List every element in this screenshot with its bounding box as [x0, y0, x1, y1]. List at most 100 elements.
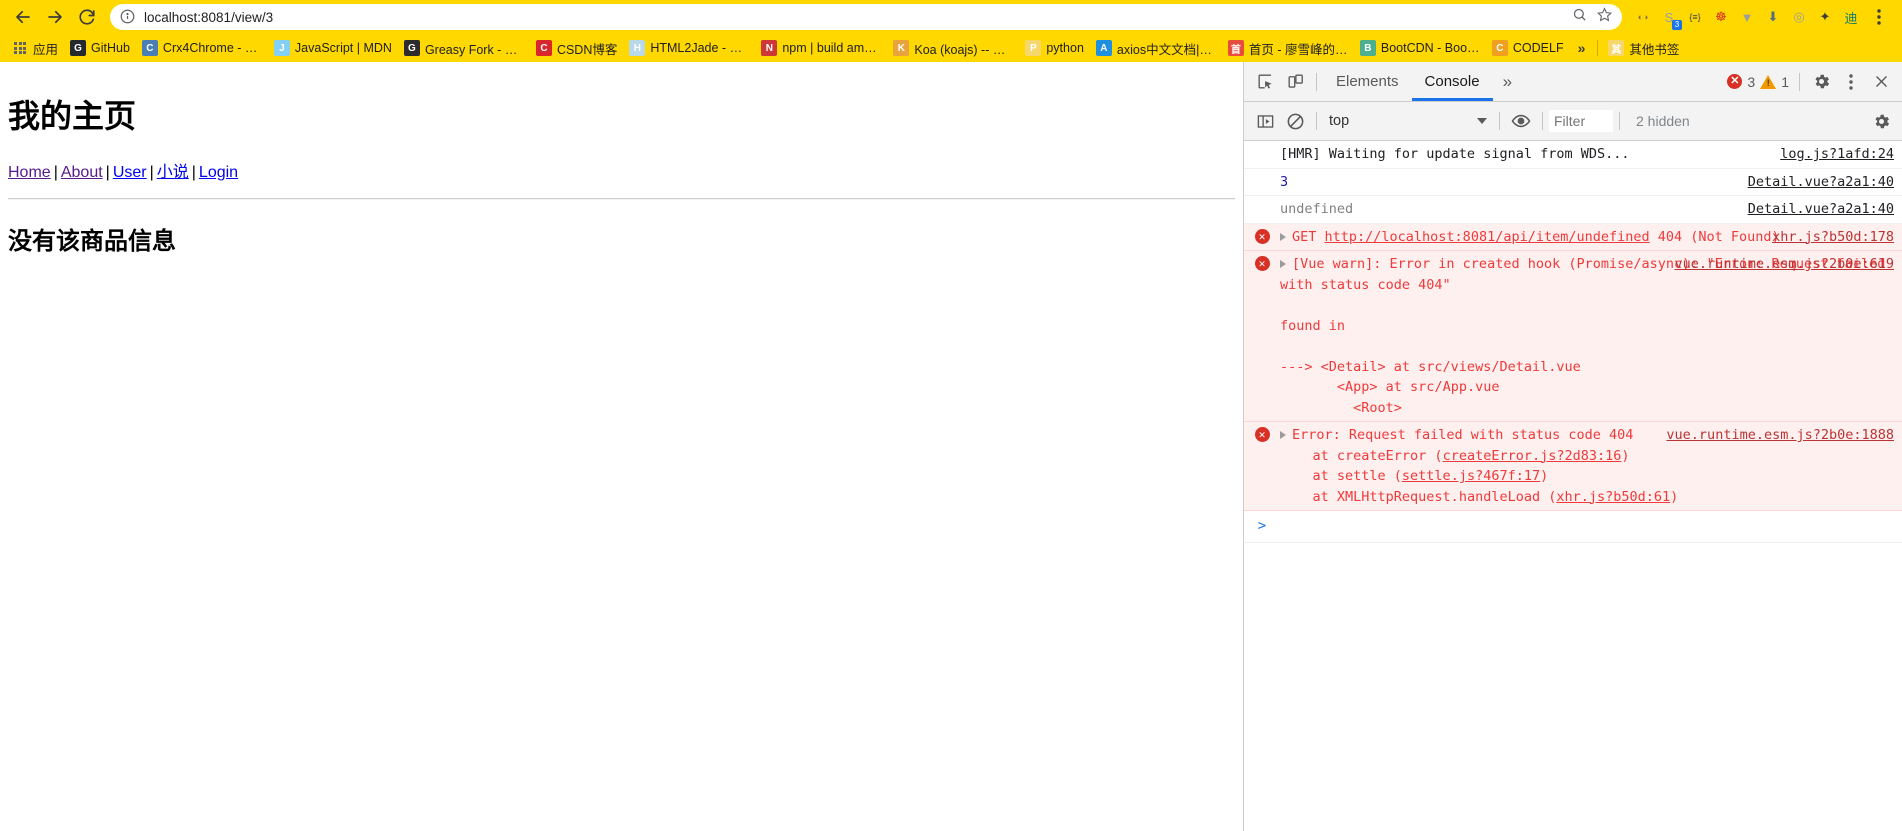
source-link[interactable]: settle.js?467f:17: [1402, 468, 1540, 484]
source-link[interactable]: xhr.js?b50d:61: [1556, 489, 1670, 505]
divider: [1799, 72, 1800, 91]
browser-chrome: localhost:8081/view/3 ◐◑ S 3 {≡} ☸ ▼ ⬇ ◎ ✦ 迪: [0, 0, 1902, 62]
other-bookmarks-folder[interactable]: 其其他书签: [1602, 37, 1685, 60]
tab-console[interactable]: Console: [1412, 62, 1493, 101]
message-gutter: ✕: [1244, 254, 1280, 418]
bookmark-item-11[interactable]: 首首页 - 廖雪峰的官...: [1222, 37, 1354, 60]
bookmark-item-7[interactable]: Nnpm | build amazi...: [755, 38, 887, 58]
extension-3-icon[interactable]: {≡}: [1684, 6, 1706, 28]
message-body: vue.runtime.esm.js?2b0e:1888 Error: Reque…: [1280, 425, 1902, 507]
forward-button[interactable]: [40, 2, 70, 32]
url-text[interactable]: localhost:8081/view/3: [144, 10, 1572, 25]
clear-console-icon[interactable]: [1280, 107, 1310, 135]
bookmark-label: Koa (koajs) -- 基...: [914, 42, 1014, 57]
nav-link-about[interactable]: About: [61, 164, 103, 181]
extension-glyph: ▼: [1740, 9, 1754, 25]
tab-elements[interactable]: Elements: [1323, 62, 1412, 101]
nav-link-home[interactable]: Home: [8, 164, 51, 181]
message-gutter: ✕: [1244, 425, 1280, 507]
console-message-2[interactable]: Detail.vue?a2a1:40 undefined: [1244, 196, 1902, 224]
gear-icon[interactable]: [1806, 68, 1836, 96]
message-source-link[interactable]: Detail.vue?a2a1:40: [1748, 172, 1894, 193]
message-source-link[interactable]: Detail.vue?a2a1:40: [1748, 199, 1894, 220]
issue-counts[interactable]: ✕ 3 1: [1727, 74, 1793, 90]
eye-live-expression-icon[interactable]: [1506, 107, 1536, 135]
divider: [1597, 40, 1599, 56]
message-body: vue.runtime.esm.js?2b0e:619 [Vue warn]: E…: [1280, 254, 1902, 418]
info-circle-icon[interactable]: [120, 9, 136, 25]
extension-4-icon[interactable]: ☸: [1710, 6, 1732, 28]
nav-link-login[interactable]: Login: [199, 164, 238, 181]
source-link[interactable]: createError.js?2d83:16: [1443, 448, 1622, 464]
console-message-3[interactable]: ✕ xhr.js?b50d:178 GET http://localhost:808…: [1244, 223, 1902, 251]
bookmark-item-9[interactable]: Ppython: [1019, 38, 1090, 58]
extension-2-icon[interactable]: S3: [1658, 6, 1682, 30]
extension-9-icon[interactable]: 迪: [1840, 6, 1862, 28]
back-button[interactable]: [8, 2, 38, 32]
error-count: 3: [1747, 73, 1756, 90]
bookmark-item-1[interactable]: G GitHub: [64, 38, 136, 58]
bookmarks-overflow-button[interactable]: »: [1570, 38, 1594, 58]
bookmark-item-3[interactable]: J JavaScript | MDN: [268, 38, 398, 58]
prompt-caret-icon: >: [1257, 518, 1267, 534]
message-source-link[interactable]: vue.runtime.esm.js?2b0e:1888: [1666, 425, 1894, 446]
extension-7-icon[interactable]: ◎: [1788, 6, 1810, 28]
browser-menu-button[interactable]: [1864, 2, 1894, 32]
console-message-1[interactable]: Detail.vue?a2a1:40 3: [1244, 169, 1902, 196]
reload-button[interactable]: [72, 2, 102, 32]
inspect-element-icon[interactable]: [1250, 68, 1280, 96]
console-context-value: top: [1329, 113, 1350, 129]
folder-icon: P: [1025, 40, 1042, 56]
disclosure-triangle-icon[interactable]: [1280, 260, 1286, 268]
page-title: 我的主页: [8, 98, 137, 134]
bookmark-item-8[interactable]: K Koa (koajs) -- 基...: [887, 37, 1019, 60]
nav-link-小说[interactable]: 小说: [157, 164, 189, 181]
browser-toolbar: localhost:8081/view/3 ◐◑ S 3 {≡} ☸ ▼ ⬇ ◎ ✦ 迪: [0, 0, 1902, 34]
bookmark-item-0[interactable]: 应用: [6, 37, 64, 60]
other-bookmarks-label: 其他书签: [1629, 42, 1680, 57]
bookmark-label: BootCDN - Bootst...: [1380, 41, 1480, 55]
more-tabs-icon[interactable]: »: [1493, 72, 1522, 92]
bookmark-item-2[interactable]: C Crx4Chrome - Do...: [136, 38, 268, 58]
message-source-link[interactable]: log.js?1afd:24: [1780, 144, 1894, 165]
close-icon[interactable]: [1866, 68, 1896, 96]
console-sidebar-icon[interactable]: [1250, 107, 1280, 135]
extension-glyph: ☸: [1715, 9, 1727, 24]
source-link[interactable]: http://localhost:8081/api/item/undefined: [1325, 229, 1650, 245]
disclosure-triangle-icon[interactable]: [1280, 431, 1286, 439]
extension-6-icon[interactable]: ⬇: [1762, 6, 1784, 28]
console-message-5[interactable]: ✕ vue.runtime.esm.js?2b0e:1888 Error: Requ…: [1244, 422, 1902, 511]
extension-5-icon[interactable]: ▼: [1736, 6, 1758, 28]
extension-1-icon[interactable]: ◐◑: [1632, 6, 1654, 28]
divider: [1316, 72, 1317, 91]
bookmark-label: CSDN博客: [556, 42, 618, 57]
nav-link-user[interactable]: User: [113, 164, 147, 181]
console-message-4[interactable]: ✕ vue.runtime.esm.js?2b0e:619 [Vue warn]: …: [1244, 251, 1902, 422]
console-prompt[interactable]: >: [1244, 511, 1902, 543]
bookmark-item-13[interactable]: C CODELF: [1486, 38, 1570, 58]
filter-input[interactable]: [1549, 110, 1613, 132]
bookmark-item-12[interactable]: B BootCDN - Bootst...: [1354, 38, 1486, 58]
address-bar[interactable]: localhost:8081/view/3: [110, 4, 1622, 30]
hidden-messages-count[interactable]: 2 hidden: [1626, 113, 1700, 129]
console-message-0[interactable]: log.js?1afd:24 [HMR] Waiting for update s…: [1244, 141, 1902, 169]
csdn-icon: C: [535, 40, 552, 56]
bookmark-item-5[interactable]: C CSDN博客: [530, 37, 623, 60]
bookmark-label: HTML2Jade - HT...: [650, 41, 750, 55]
message-source-link[interactable]: xhr.js?b50d:178: [1772, 227, 1894, 248]
star-icon[interactable]: [1596, 7, 1613, 27]
console-message-list[interactable]: log.js?1afd:24 [HMR] Waiting for update s…: [1244, 141, 1902, 831]
disclosure-triangle-icon[interactable]: [1280, 232, 1286, 241]
bookmark-item-4[interactable]: G Greasy Fork - 安...: [398, 37, 530, 60]
bookmark-item-10[interactable]: Aaxios中文文档|axio...: [1090, 37, 1222, 60]
gear-icon[interactable]: [1866, 107, 1896, 135]
bookmark-item-6[interactable]: H HTML2Jade - HT...: [623, 38, 755, 58]
search-zoom-icon[interactable]: [1572, 7, 1587, 27]
bookmark-label: npm | build amazi...: [782, 41, 882, 55]
device-toolbar-icon[interactable]: [1280, 68, 1310, 96]
extension-8-icon[interactable]: ✦: [1814, 6, 1836, 28]
more-vertical-icon[interactable]: [1836, 68, 1866, 96]
console-context-select[interactable]: top: [1323, 113, 1493, 129]
globe-icon: C: [141, 40, 158, 56]
message-source-link[interactable]: vue.runtime.esm.js?2b0e:619: [1675, 254, 1894, 275]
